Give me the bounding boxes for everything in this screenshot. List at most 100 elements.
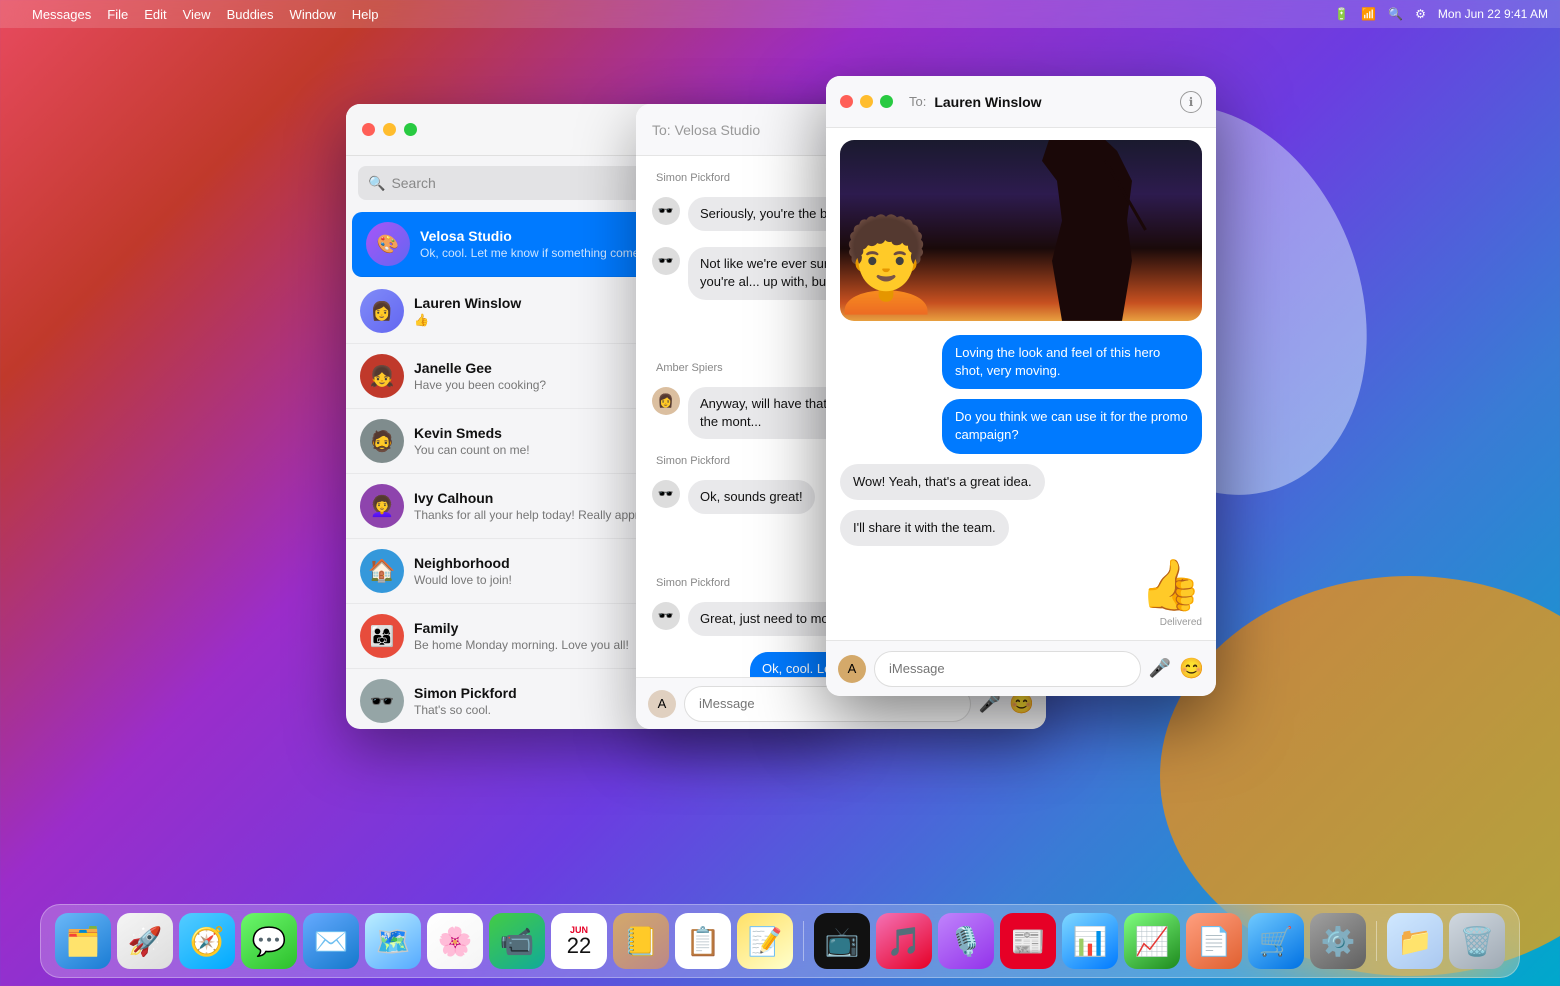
dock-icon-photos[interactable]: 🌸 [427, 913, 483, 969]
minimize-button[interactable] [383, 123, 396, 136]
sent-row-loving: Loving the look and feel of this hero sh… [840, 335, 1202, 389]
dock-icon-keynote[interactable]: 📊 [1062, 913, 1118, 969]
audio-record-icon[interactable]: 🎤 [979, 693, 1001, 714]
conv-name-janelle: Janelle Gee [414, 360, 492, 376]
info-button[interactable]: ℹ [1180, 91, 1202, 113]
dock-icon-appletv[interactable]: 📺 [814, 913, 870, 969]
search-icon: 🔍 [368, 175, 385, 192]
thumbs-up-emoji: 👍 [1140, 556, 1202, 615]
avatar-velosa: 🎨 [366, 222, 410, 266]
msg-avatar-simon4: 🕶️ [652, 602, 680, 630]
dock-icon-reminders[interactable]: 📋 [675, 913, 731, 969]
menubar: Messages File Edit View Buddies Window H… [0, 0, 1560, 28]
avatar-ivy: 👩‍🦱 [360, 484, 404, 528]
dock-icon-news[interactable]: 📰 [1000, 913, 1056, 969]
dock: 🗂️ 🚀 🧭 💬 ✉️ 🗺️ 🌸 📹 JUN 22 📒 📋 📝 📺 🎵 🎙️ 📰… [40, 904, 1520, 978]
message-input-lauren[interactable] [874, 651, 1141, 687]
msg-avatar-simon2: 🕶️ [652, 247, 680, 275]
battery-icon: 🔋 [1334, 7, 1349, 21]
close-button[interactable] [362, 123, 375, 136]
to-name-lauren: Lauren Winslow [934, 94, 1041, 110]
dock-icon-maps[interactable]: 🗺️ [365, 913, 421, 969]
hero-memoji: 🧑‍🦱 [840, 221, 942, 311]
chat-input-lauren: A 🎤 😊 [826, 640, 1216, 696]
maximize-button[interactable] [404, 123, 417, 136]
to-label: To: [909, 94, 926, 109]
conv-name-velosa: Velosa Studio [420, 228, 512, 244]
msg-avatar-amber: 👩 [652, 387, 680, 415]
bubble-great: Wow! Yeah, that's a great idea. [840, 464, 1045, 500]
chat-messages-lauren: 🧑‍🦱 Loving the look and feel of this her… [826, 128, 1216, 640]
bubble-promo: Do you think we can use it for the promo… [942, 399, 1202, 453]
conv-name-neighborhood: Neighborhood [414, 555, 510, 571]
menubar-left: Messages File Edit View Buddies Window H… [12, 7, 379, 22]
avatar-kevin: 🧔 [360, 419, 404, 463]
chat-titlebar-lauren: To: Lauren Winslow ℹ [826, 76, 1216, 128]
avatar-neighborhood: 🏠 [360, 549, 404, 593]
hero-image: 🧑‍🦱 [840, 140, 1202, 321]
dock-icon-notes[interactable]: 📝 [737, 913, 793, 969]
msg-avatar-simon3: 🕶️ [652, 480, 680, 508]
conv-name-simon: Simon Pickford [414, 685, 517, 701]
msg-group-simon2: Ok, sounds great! [688, 480, 815, 514]
avatar-family: 👨‍👩‍👧 [360, 614, 404, 658]
menu-help[interactable]: Help [352, 7, 379, 22]
avatar-simon: 🕶️ [360, 679, 404, 723]
dock-icon-numbers[interactable]: 📈 [1124, 913, 1180, 969]
app-name: Messages [32, 7, 91, 22]
dock-separator [803, 921, 804, 961]
dock-icon-mail[interactable]: ✉️ [303, 913, 359, 969]
input-avatar-velosa: A [648, 690, 676, 718]
close-button-fg[interactable] [840, 95, 853, 108]
dock-icon-appstore[interactable]: 🛒 [1248, 913, 1304, 969]
minimize-button-fg[interactable] [860, 95, 873, 108]
chat-window-lauren: To: Lauren Winslow ℹ 🧑‍🦱 Loving the look… [826, 76, 1216, 696]
dock-icon-calendar[interactable]: JUN 22 [551, 913, 607, 969]
chat-header-velosa: To: Velosa Studio [652, 122, 760, 138]
dock-icon-safari[interactable]: 🧭 [179, 913, 235, 969]
dock-icon-files[interactable]: 📁 [1387, 913, 1443, 969]
avatar-lauren: 👩 [360, 289, 404, 333]
menu-window[interactable]: Window [290, 7, 336, 22]
bubble-share: I'll share it with the team. [840, 510, 1009, 546]
bubble-loving: Loving the look and feel of this hero sh… [942, 335, 1202, 389]
conv-name-lauren: Lauren Winslow [414, 295, 521, 311]
dock-icon-music[interactable]: 🎵 [876, 913, 932, 969]
received-row-great: Wow! Yeah, that's a great idea. [840, 464, 1202, 500]
msg-avatar-simon: 🕶️ [652, 197, 680, 225]
sent-row-promo: Do you think we can use it for the promo… [840, 399, 1202, 453]
wifi-icon: 📶 [1361, 7, 1376, 21]
menu-edit[interactable]: Edit [144, 7, 166, 22]
dock-icon-launchpad[interactable]: 🚀 [117, 913, 173, 969]
dock-icon-facetime[interactable]: 📹 [489, 913, 545, 969]
dock-icon-pages[interactable]: 📄 [1186, 913, 1242, 969]
traffic-lights [840, 95, 893, 108]
delivered-label: Delivered [1160, 617, 1202, 628]
thumbs-up-wrap: 👍 Delivered [840, 556, 1202, 628]
menu-buddies[interactable]: Buddies [227, 7, 274, 22]
dock-icon-trash[interactable]: 🗑️ [1449, 913, 1505, 969]
menu-view[interactable]: View [183, 7, 211, 22]
audio-record-icon-fg[interactable]: 🎤 [1149, 658, 1171, 679]
hero-silhouette [1042, 140, 1142, 321]
dock-icon-system-prefs[interactable]: ⚙️ [1310, 913, 1366, 969]
dock-icon-podcasts[interactable]: 🎙️ [938, 913, 994, 969]
maximize-button-fg[interactable] [880, 95, 893, 108]
dock-icon-contacts[interactable]: 📒 [613, 913, 669, 969]
search-placeholder: Search [391, 175, 435, 191]
dock-icon-messages[interactable]: 💬 [241, 913, 297, 969]
search-icon[interactable]: 🔍 [1388, 7, 1403, 21]
menubar-right: 🔋 📶 🔍 ⚙ Mon Jun 22 9:41 AM [1334, 7, 1548, 21]
conv-name-kevin: Kevin Smeds [414, 425, 502, 441]
dock-separator-2 [1376, 921, 1377, 961]
menu-file[interactable]: File [107, 7, 128, 22]
conv-name-family: Family [414, 620, 458, 636]
clock: Mon Jun 22 9:41 AM [1438, 7, 1548, 21]
control-center-icon[interactable]: ⚙ [1415, 7, 1426, 21]
emoji-picker-icon-fg[interactable]: 😊 [1179, 656, 1204, 681]
received-row-share: I'll share it with the team. [840, 510, 1202, 546]
bubble-sounds-great: Ok, sounds great! [688, 480, 815, 514]
input-avatar-lauren: A [838, 655, 866, 683]
dock-icon-finder[interactable]: 🗂️ [55, 913, 111, 969]
conv-name-ivy: Ivy Calhoun [414, 490, 493, 506]
